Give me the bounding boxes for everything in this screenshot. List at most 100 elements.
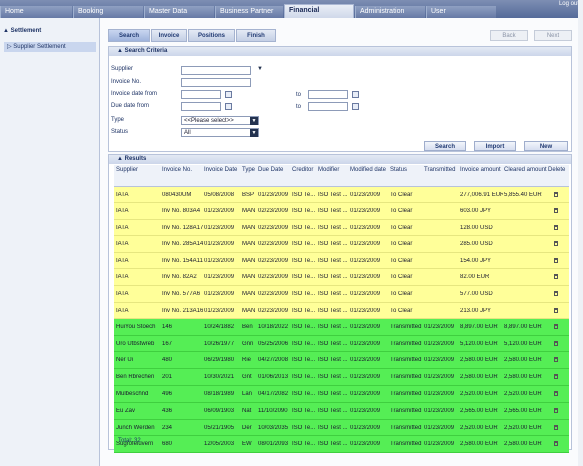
chevron-down-icon: ▼ (250, 129, 258, 137)
table-cell: 01/23/2009 (350, 391, 381, 397)
table-row[interactable]: Eu Zav 436 06/09/1903 Nat 11/10/2090 ISO Te..… (114, 403, 569, 420)
table-row[interactable]: HuiYou Stoech 146 10/24/1882 Ben 10/18/2022 I… (114, 319, 569, 336)
import-button[interactable]: Import (474, 141, 516, 151)
calendar-icon[interactable] (225, 91, 232, 98)
trash-icon[interactable] (554, 191, 558, 197)
table-row[interactable]: IATA 080430UM 05/08/2008 BSP 01/23/2009 ISO T… (114, 187, 569, 203)
table-cell: EW (242, 441, 252, 447)
table-row[interactable]: IATA Inv No. 154A11 01/23/2009 MAN 02/23/200… (114, 253, 569, 269)
table-cell: 2,565.00 EUR (460, 408, 498, 414)
wizard-step-invoice[interactable]: Invoice (151, 29, 187, 42)
invoice-date-from-label: Invoice date from (111, 91, 158, 97)
table-cell: ISO Te... (292, 374, 316, 380)
calendar-icon[interactable] (225, 103, 232, 110)
calendar-icon[interactable] (352, 91, 359, 98)
table-row[interactable]: Mulbeschnd 496 08/18/1989 Lan 04/17/2082 ISO … (114, 386, 569, 403)
status-select[interactable]: All ▼ (181, 128, 259, 137)
wizard-step-finish[interactable]: Finish (236, 29, 276, 42)
table-row[interactable]: IATA Inv No. 213A16 01/23/2009 MAN 02/23/200… (114, 303, 569, 319)
back-button[interactable]: Back (490, 30, 528, 41)
due-date-to-input[interactable] (308, 102, 348, 111)
logout-link[interactable]: Log out (559, 1, 579, 7)
trash-icon[interactable] (554, 340, 558, 346)
table-cell: Junch Werden (116, 424, 155, 431)
invoice-no-input[interactable] (181, 78, 251, 87)
tab-administration[interactable]: Administration (355, 6, 425, 18)
trash-icon[interactable] (554, 307, 558, 313)
column-header[interactable]: Invoice Date (204, 167, 241, 174)
vertical-scrollbar[interactable] (578, 0, 583, 466)
invoice-date-to-input[interactable] (308, 90, 348, 99)
table-row[interactable]: Ner Ui 480 06/29/1980 Rie 04/27/2008 ISO Te..… (114, 352, 569, 369)
column-header[interactable]: Invoice amount (460, 167, 503, 174)
table-cell: Mulbeschnd (116, 391, 149, 397)
column-header[interactable]: Creditor (292, 167, 317, 174)
trash-icon[interactable] (554, 291, 558, 296)
column-header[interactable]: Status (390, 167, 423, 174)
trash-icon[interactable] (554, 257, 558, 263)
table-cell: 080430UM (162, 191, 192, 198)
column-header[interactable]: Due Date (258, 167, 291, 174)
tab-financial[interactable]: Financial (284, 4, 354, 18)
column-header[interactable]: Delete (548, 167, 566, 174)
table-cell: 01/23/2009 (350, 357, 381, 363)
due-date-from-input[interactable] (181, 102, 221, 111)
table-row[interactable]: Uro Utbstwreb 167 10/26/1977 Gnn 05/25/2006 I… (114, 336, 569, 352)
table-row[interactable]: IATA Inv No. 577A6 01/23/2009 MAN 02/23/2009… (114, 286, 569, 303)
trash-icon[interactable] (554, 357, 558, 362)
table-cell: ISO Test ... (318, 224, 348, 231)
column-header[interactable]: Transmitted (424, 167, 459, 174)
table-row[interactable]: IATA Inv No. 82A2 01/23/2009 MAN 02/23/2009 I… (114, 269, 569, 286)
calendar-icon[interactable] (352, 103, 359, 110)
table-cell: ISO Te... (292, 241, 316, 247)
wizard-step-positions[interactable]: Positions (188, 29, 235, 42)
table-cell: 02/23/2009 (258, 291, 289, 297)
table-cell: 01/23/2009 (424, 424, 455, 431)
table-row[interactable]: IATA Inv No. 128A17 01/23/2009 MAN 02/23/200… (114, 220, 569, 236)
column-header[interactable]: Supplier (116, 167, 161, 174)
type-select[interactable]: <<Please select>> ▼ (181, 116, 259, 125)
trash-icon[interactable] (554, 441, 558, 446)
tab-master-data[interactable]: Master Data (144, 6, 214, 18)
results-header[interactable]: ▲ Results (109, 155, 571, 164)
column-header[interactable]: Modified date (350, 167, 389, 174)
trash-icon[interactable] (554, 324, 558, 329)
supplier-input[interactable] (181, 66, 251, 75)
column-header[interactable]: Cleared amount (504, 167, 547, 174)
table-row[interactable]: IATA Inv No. 803A4 01/23/2009 MAN 02/23/2009… (114, 203, 569, 220)
table-cell: ISO Te... (292, 340, 316, 347)
new-button[interactable]: New (524, 141, 568, 151)
table-row[interactable]: Sugrofeluvern 680 12/05/2003 EW 08/01/2093 IS… (114, 436, 569, 453)
sidebar-item-supplier-settlement[interactable]: ▷ Supplier Settlement (4, 42, 96, 52)
table-cell: To Clear (390, 291, 413, 297)
trash-icon[interactable] (554, 208, 558, 213)
search-button[interactable]: Search (424, 141, 466, 151)
column-header[interactable]: Type (242, 167, 257, 174)
sidebar-header[interactable]: ▲ Settlement (3, 26, 98, 36)
tab-booking[interactable]: Booking (73, 6, 143, 18)
table-cell: To Clear (390, 307, 413, 314)
table-cell: 01/06/2013 (258, 374, 289, 380)
trash-icon[interactable] (554, 408, 558, 413)
trash-icon[interactable] (554, 241, 558, 246)
trash-icon[interactable] (554, 374, 558, 379)
tab-home[interactable]: Home (0, 6, 72, 18)
column-header[interactable]: Invoice No. (162, 167, 203, 174)
trash-icon[interactable] (554, 424, 558, 430)
table-row[interactable]: IATA Inv No. 285A14 01/23/2009 MAN 02/23/200… (114, 236, 569, 253)
column-header[interactable]: Modifier (318, 167, 349, 174)
table-row[interactable]: Junch Werden 234 05/21/1905 Der 10/03/2035 IS… (114, 420, 569, 436)
trash-icon[interactable] (554, 224, 558, 230)
table-row[interactable]: Ben Rbrechen 201 10/30/2021 Gnt 01/06/2013 IS… (114, 369, 569, 386)
tab-user[interactable]: User (426, 6, 496, 18)
trash-icon[interactable] (554, 391, 558, 396)
table-cell: 5,855.40 EUR (504, 191, 542, 198)
tab-business-partner[interactable]: Business Partner (215, 6, 283, 18)
wizard-step-search[interactable]: Search (108, 29, 150, 42)
next-button[interactable]: Next (534, 30, 572, 41)
search-criteria-header[interactable]: ▲ Search Criteria (109, 47, 571, 56)
trash-icon[interactable] (554, 274, 558, 279)
invoice-date-from-input[interactable] (181, 90, 221, 99)
supplier-dropdown-arrow-icon[interactable]: ▼ (257, 66, 263, 72)
table-cell: 10/30/2021 (204, 374, 235, 380)
